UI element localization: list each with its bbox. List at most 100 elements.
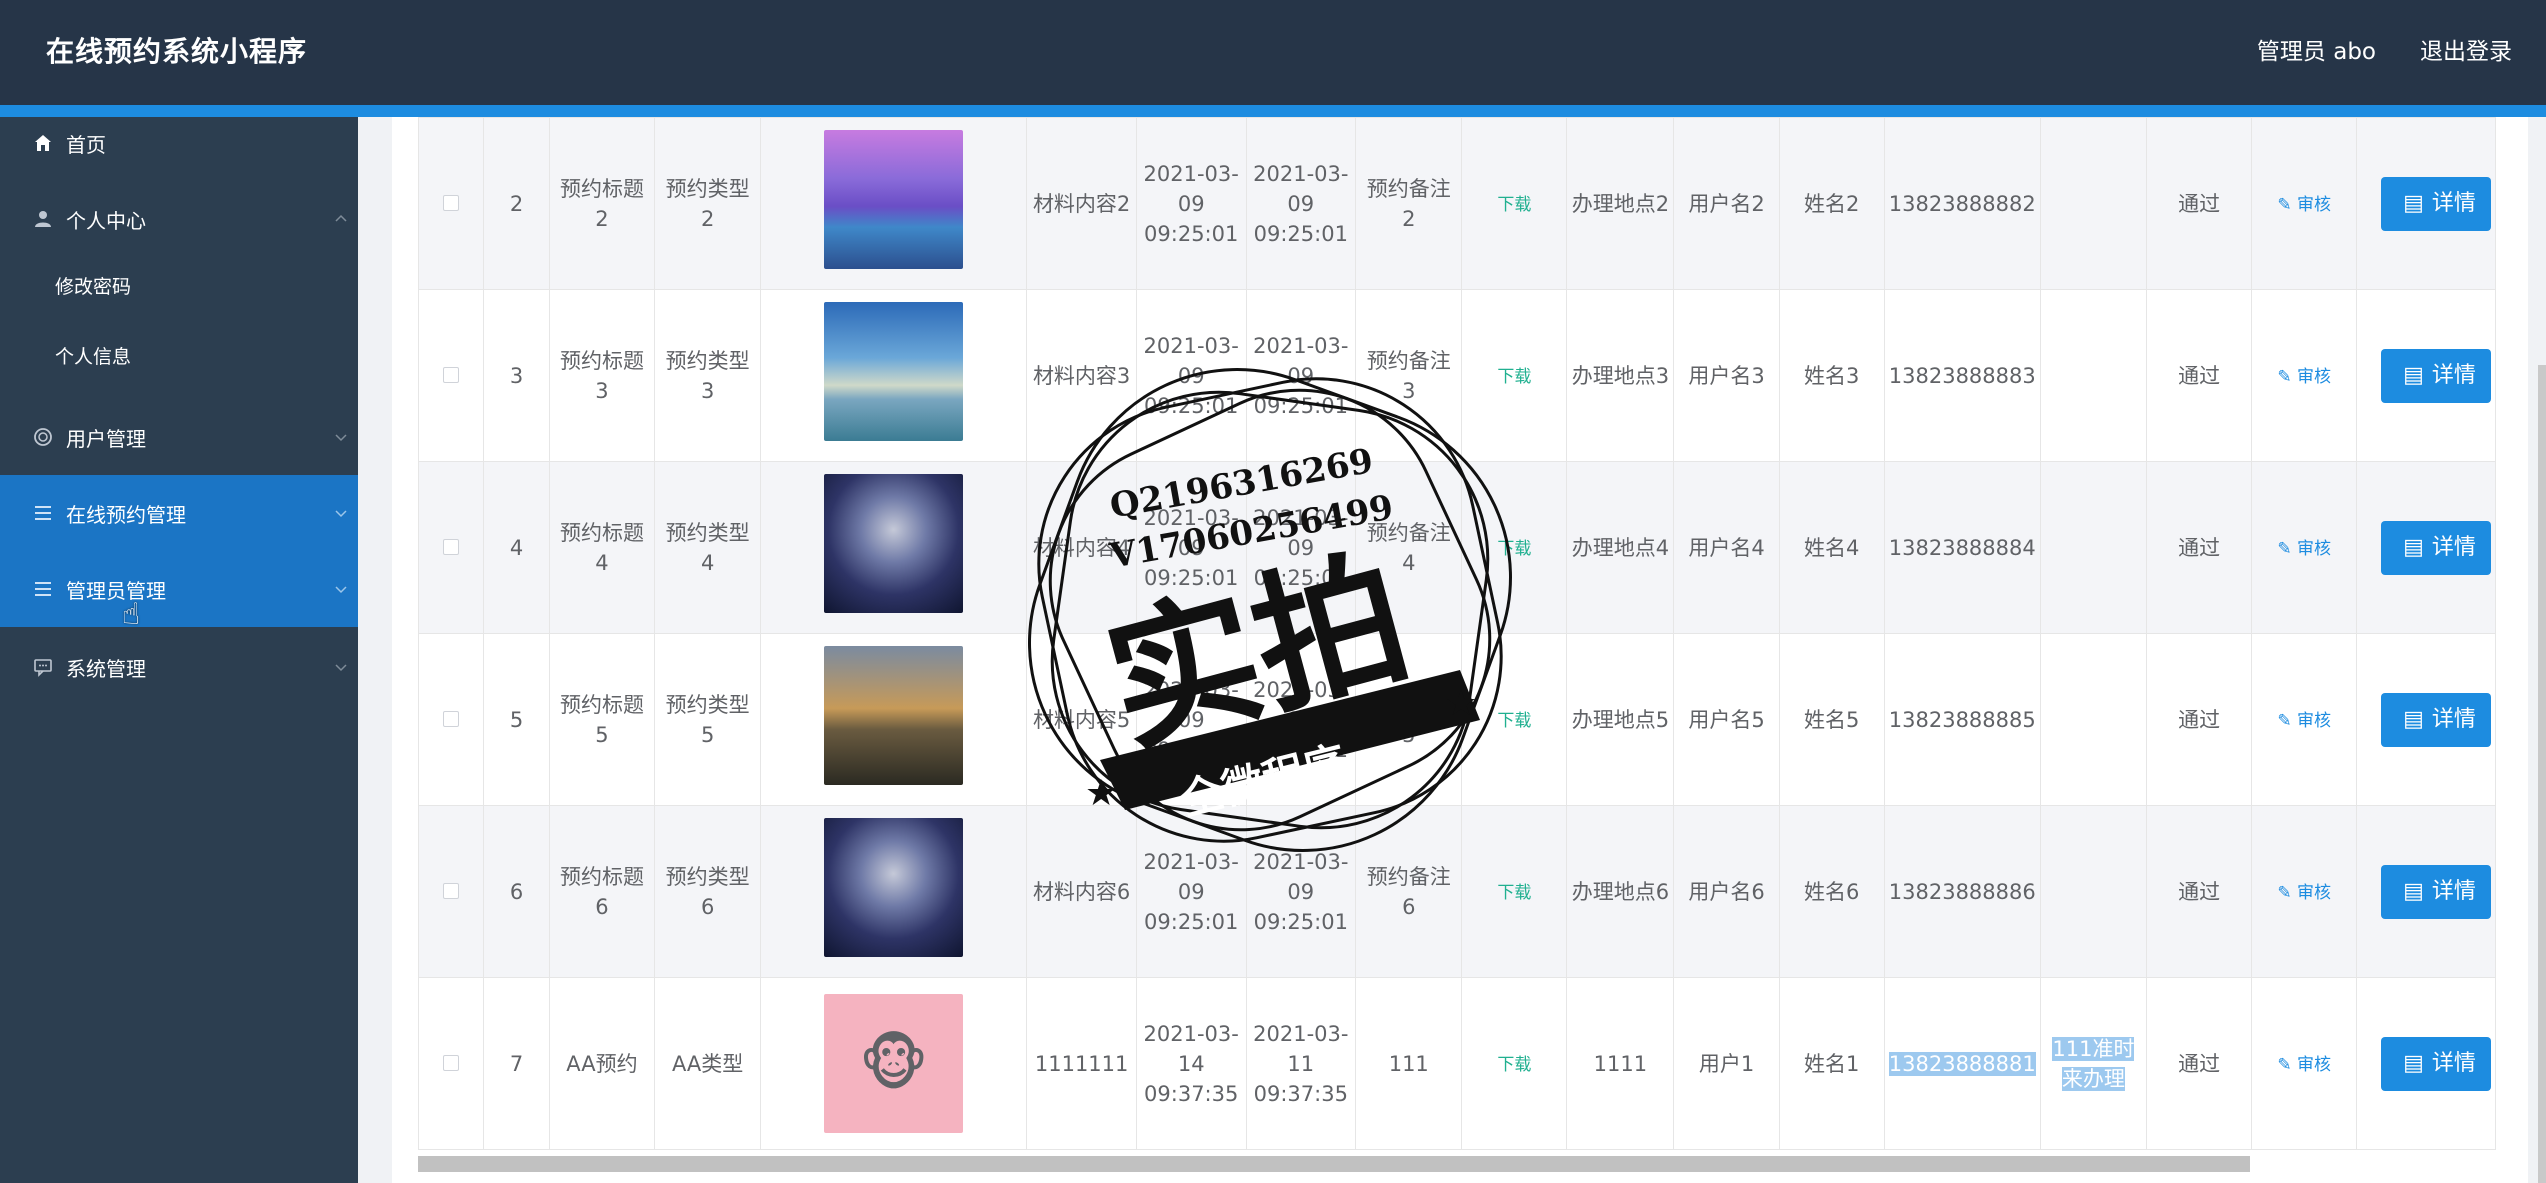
download-link[interactable]: 下载: [1497, 1055, 1531, 1075]
audit-link[interactable]: ✎ 审核: [2277, 711, 2331, 731]
row-checkbox[interactable]: [443, 882, 460, 899]
sidebar-item-admin-management[interactable]: 管理员管理: [0, 551, 358, 627]
username: 用户名2: [1673, 117, 1780, 290]
handling-place: 办理地点4: [1566, 461, 1675, 634]
material-content: 材料内容3: [1026, 289, 1137, 462]
detail-button[interactable]: ▤ 详情: [2381, 520, 2492, 575]
row-checkbox-cell[interactable]: [418, 117, 485, 290]
reply-cell: 111准时来办理: [2039, 977, 2148, 1150]
sidebar-item-system-management[interactable]: 系统管理: [0, 629, 358, 705]
booking-table-container: 2 预约标题2 预约类型2 材料内容2 2021-03-09 09:25:01 2021-…: [418, 117, 2496, 1173]
sidebar-item-personal-center[interactable]: 个人中心: [0, 181, 358, 257]
row-index: 2: [483, 117, 550, 290]
row-checkbox[interactable]: [443, 1054, 460, 1071]
username: 用户名5: [1673, 633, 1780, 806]
row-checkbox-cell[interactable]: [418, 805, 485, 978]
booking-remark: 预约备注5: [1355, 633, 1463, 806]
audit-link[interactable]: ✎ 审核: [2277, 195, 2331, 215]
mouse-pointer-icon: ☝: [122, 597, 141, 632]
audit-link[interactable]: ✎ 审核: [2277, 883, 2331, 903]
start-time: 2021-03-09 09:25:01: [1135, 289, 1247, 462]
booking-remark: 预约备注4: [1355, 461, 1463, 634]
edit-icon: ✎: [2277, 366, 2297, 387]
chevron-down-icon: [334, 506, 348, 520]
row-checkbox-cell[interactable]: [418, 977, 485, 1150]
detail-cell: ▤ 详情: [2356, 977, 2496, 1150]
row-checkbox[interactable]: [443, 194, 460, 211]
horizontal-scrollbar[interactable]: [418, 1156, 2250, 1172]
download-link[interactable]: 下载: [1497, 367, 1531, 387]
audit-label: 审核: [2297, 882, 2331, 903]
row-checkbox-cell[interactable]: [418, 461, 485, 634]
row-checkbox[interactable]: [443, 710, 460, 727]
vertical-scrollbar[interactable]: [2538, 365, 2546, 1183]
detail-label: 详情: [2431, 706, 2476, 732]
row-checkbox-cell[interactable]: [418, 633, 485, 806]
sidebar-item-personal-info[interactable]: 个人信息: [0, 323, 358, 387]
material-content: 材料内容5: [1026, 633, 1137, 806]
download-link[interactable]: 下载: [1497, 195, 1531, 215]
detail-button[interactable]: ▤ 详情: [2381, 1036, 2492, 1091]
sidebar-item-change-password[interactable]: 修改密码: [0, 253, 358, 317]
booking-image-cell: [759, 633, 1028, 806]
edit-icon: ✎: [2277, 710, 2297, 731]
row-index: 4: [483, 461, 550, 634]
detail-button[interactable]: ▤ 详情: [2381, 692, 2492, 747]
audit-status: 通过: [2146, 289, 2253, 462]
reply-cell: [2039, 117, 2148, 290]
booking-image[interactable]: [824, 474, 964, 613]
sidebar-item-user-management[interactable]: 用户管理: [0, 399, 358, 475]
detail-label: 详情: [2431, 534, 2476, 560]
end-time: 2021-03-09 09:25:01: [1245, 461, 1357, 634]
audit-cell: ✎ 审核: [2251, 805, 2358, 978]
booking-image-cell: 🐵: [759, 977, 1028, 1150]
app-title: 在线预约系统小程序: [46, 35, 308, 68]
handling-place: 办理地点6: [1566, 805, 1675, 978]
audit-cell: ✎ 审核: [2251, 977, 2358, 1150]
sidebar-item-home[interactable]: 首页: [0, 117, 358, 169]
download-cell: 下载: [1461, 633, 1568, 806]
detail-button[interactable]: ▤ 详情: [2381, 348, 2492, 403]
booking-table: 2 预约标题2 预约类型2 材料内容2 2021-03-09 09:25:01 2021-…: [418, 117, 2496, 1150]
chevron-down-icon: [334, 430, 348, 444]
booking-image-cell: [759, 289, 1028, 462]
start-time: 2021-03-09 09:25:01: [1135, 461, 1247, 634]
detail-cell: ▤ 详情: [2356, 117, 2496, 290]
audit-link[interactable]: ✎ 审核: [2277, 539, 2331, 559]
audit-label: 审核: [2297, 1054, 2331, 1075]
download-link[interactable]: 下载: [1497, 883, 1531, 903]
audit-status: 通过: [2146, 633, 2253, 806]
detail-button[interactable]: ▤ 详情: [2381, 176, 2492, 231]
row-checkbox[interactable]: [443, 366, 460, 383]
row-index: 3: [483, 289, 550, 462]
edit-icon: ✎: [2277, 194, 2297, 215]
handling-place: 办理地点2: [1566, 117, 1675, 290]
logout-button[interactable]: 退出登录: [2420, 32, 2512, 66]
download-link[interactable]: 下载: [1497, 539, 1531, 559]
download-link[interactable]: 下载: [1497, 711, 1531, 731]
detail-label: 详情: [2431, 1050, 2476, 1076]
booking-image[interactable]: 🐵: [824, 994, 964, 1133]
row-checkbox[interactable]: [443, 538, 460, 555]
list-icon: [32, 502, 54, 524]
row-checkbox-cell[interactable]: [418, 289, 485, 462]
handling-place: 办理地点3: [1566, 289, 1675, 462]
download-cell: 下载: [1461, 461, 1568, 634]
start-time: 2021-03-14 09:37:35: [1135, 977, 1247, 1150]
booking-image-cell: [759, 805, 1028, 978]
audit-link[interactable]: ✎ 审核: [2277, 1055, 2331, 1075]
phone-cell: 13823888885: [1883, 633, 2041, 806]
detail-button[interactable]: ▤ 详情: [2381, 864, 2492, 919]
real-name: 姓名1: [1778, 977, 1885, 1150]
phone-number: 13823888886: [1888, 879, 2036, 904]
audit-status: 通过: [2146, 805, 2253, 978]
sidebar-item-booking-management[interactable]: 在线预约管理: [0, 475, 358, 551]
booking-image[interactable]: [824, 130, 964, 269]
audit-link[interactable]: ✎ 审核: [2277, 367, 2331, 387]
booking-type: AA类型: [654, 977, 761, 1150]
booking-image[interactable]: [824, 302, 964, 441]
booking-image[interactable]: [824, 818, 964, 957]
audit-label: 审核: [2297, 366, 2331, 387]
phone-number: 13823888882: [1888, 191, 2036, 216]
booking-image[interactable]: [824, 646, 964, 785]
